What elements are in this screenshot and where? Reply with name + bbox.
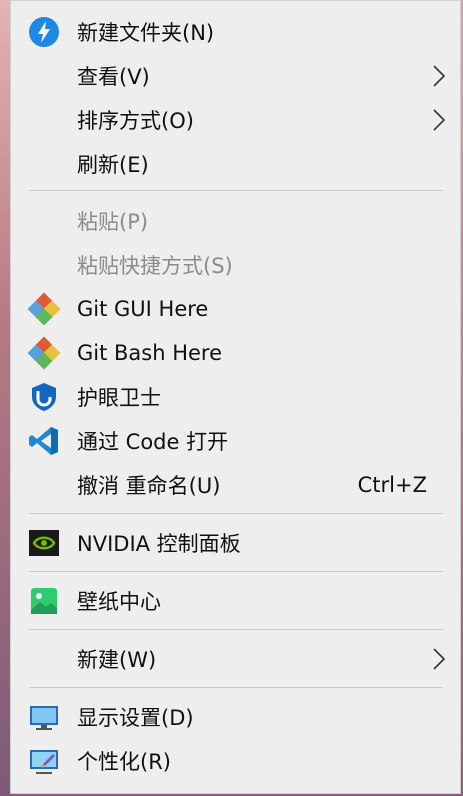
menu-item-label: NVIDIA 控制面板 xyxy=(77,532,241,556)
menu-separator xyxy=(29,629,443,630)
menu-item-undo-rename[interactable]: 撤消 重命名(U) Ctrl+Z xyxy=(11,463,460,507)
menu-item-label: 护眼卫士 xyxy=(77,386,161,410)
git-gui-icon xyxy=(27,292,61,326)
git-bash-icon xyxy=(27,336,61,370)
display-settings-icon xyxy=(30,706,58,730)
nvidia-icon xyxy=(29,530,59,556)
menu-item-git-gui[interactable]: Git GUI Here xyxy=(11,287,460,331)
menu-item-label: 撤消 重命名(U) xyxy=(77,474,221,498)
menu-item-shortcut: Ctrl+Z xyxy=(357,473,427,497)
desktop-background xyxy=(0,0,10,796)
menu-item-personalize[interactable]: 个性化(R) xyxy=(11,739,460,783)
menu-item-label: 排序方式(O) xyxy=(77,109,194,133)
chevron-right-icon xyxy=(433,109,446,131)
personalize-icon xyxy=(30,750,58,774)
chevron-right-icon xyxy=(433,65,446,87)
menu-item-label: 新建(W) xyxy=(77,648,157,672)
menu-item-git-bash[interactable]: Git Bash Here xyxy=(11,331,460,375)
menu-item-view[interactable]: 查看(V) xyxy=(11,54,460,98)
chevron-right-icon xyxy=(433,648,446,670)
menu-item-label: 粘贴快捷方式(S) xyxy=(77,254,233,278)
menu-item-wallpaper-center[interactable]: 壁纸中心 xyxy=(11,579,460,623)
menu-separator xyxy=(29,513,443,514)
menu-item-paste-shortcut[interactable]: 粘贴快捷方式(S) xyxy=(11,243,460,287)
menu-item-label: 粘贴(P) xyxy=(77,210,149,234)
menu-item-label: 壁纸中心 xyxy=(77,590,161,614)
menu-separator xyxy=(29,190,443,191)
menu-item-label: 新建文件夹(N) xyxy=(77,21,215,45)
wallpaper-icon xyxy=(31,588,57,614)
context-menu: 新建文件夹(N) 查看(V) 排序方式(O) 刷新(E) 粘贴(P) 粘贴快捷方… xyxy=(10,0,461,794)
shield-eye-icon xyxy=(32,383,56,411)
menu-item-label: 个性化(R) xyxy=(77,750,171,774)
menu-item-label: 查看(V) xyxy=(77,65,150,89)
menu-item-display-settings[interactable]: 显示设置(D) xyxy=(11,695,460,739)
menu-item-label: Git GUI Here xyxy=(77,297,209,321)
menu-item-refresh[interactable]: 刷新(E) xyxy=(11,142,460,186)
menu-item-label: 刷新(E) xyxy=(77,153,149,177)
menu-item-paste[interactable]: 粘贴(P) xyxy=(11,199,460,243)
menu-separator xyxy=(29,687,443,688)
menu-separator xyxy=(29,571,443,572)
menu-item-sort-by[interactable]: 排序方式(O) xyxy=(11,98,460,142)
menu-item-label: 显示设置(D) xyxy=(77,706,194,730)
menu-item-new-folder[interactable]: 新建文件夹(N) xyxy=(11,10,460,54)
menu-item-label: 通过 Code 打开 xyxy=(77,430,229,454)
vscode-icon xyxy=(29,427,58,455)
menu-item-open-with-code[interactable]: 通过 Code 打开 xyxy=(11,419,460,463)
menu-item-nvidia-control-panel[interactable]: NVIDIA 控制面板 xyxy=(11,521,460,565)
menu-item-eye-guard[interactable]: 护眼卫士 xyxy=(11,375,460,419)
folder-lightning-icon xyxy=(29,17,59,47)
menu-item-label: Git Bash Here xyxy=(77,341,223,365)
menu-item-new[interactable]: 新建(W) xyxy=(11,637,460,681)
